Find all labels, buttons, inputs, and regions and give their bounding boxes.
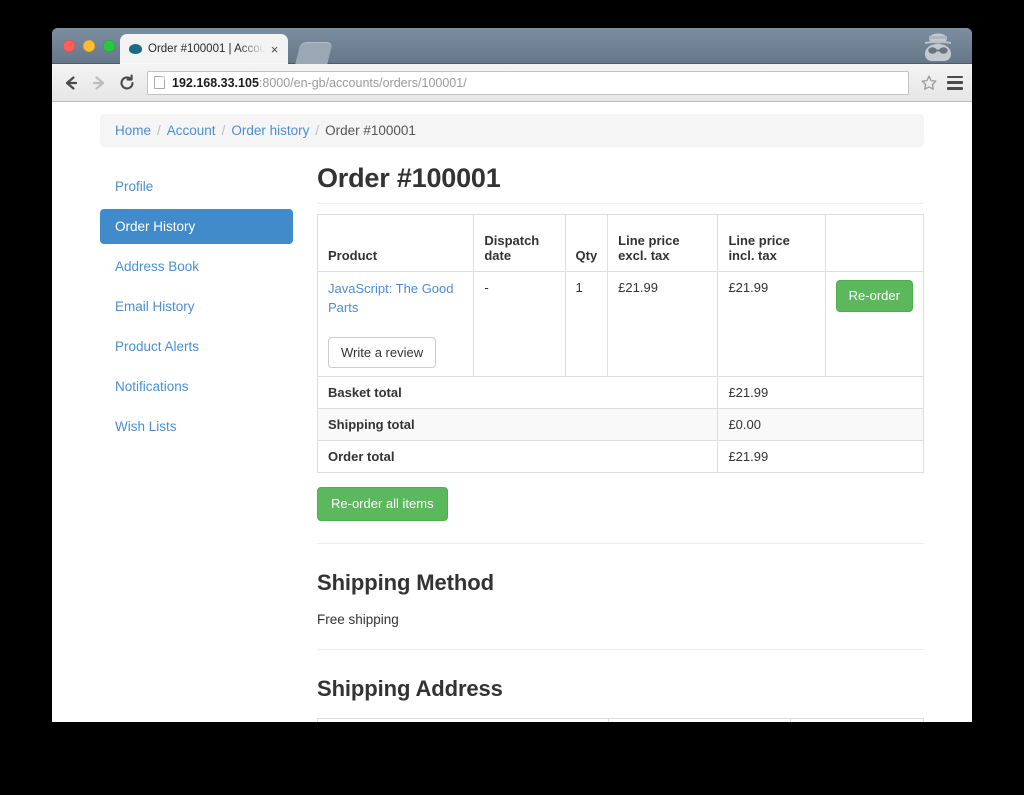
hamburger-menu-icon[interactable] — [947, 75, 963, 90]
close-window-button[interactable] — [63, 40, 75, 52]
new-tab-button[interactable] — [295, 42, 333, 64]
sidebar-item-order-history[interactable]: Order History — [100, 209, 293, 244]
table-row-basket-total: Basket total £21.99 — [316, 376, 924, 410]
breadcrumb: Home / Account / Order history / Order #100001 — [100, 114, 924, 147]
account-sidebar-nav: Profile Order History Address Book Email… — [100, 163, 293, 722]
value-basket-total: £21.99 — [717, 376, 924, 410]
shipping-address-table-head: Address Contact Number Shipping Notes — [317, 717, 925, 722]
breadcrumb-item-order-history[interactable]: Order history — [231, 123, 309, 138]
column-header-contact-number: Contact Number — [607, 717, 791, 722]
reorder-all-items-button[interactable]: Re-order all items — [317, 487, 448, 521]
browser-tab-title: Order #100001 | Account | — [148, 43, 265, 55]
page-title: Order #100001 — [317, 163, 924, 204]
column-header-shipping-notes: Shipping Notes — [789, 717, 925, 722]
cell-product: JavaScript: The Good Parts Write a revie… — [316, 270, 475, 378]
sidebar-item-email-history[interactable]: Email History — [100, 289, 293, 324]
incognito-icon — [918, 30, 958, 62]
breadcrumb-item-home[interactable]: Home — [115, 123, 151, 138]
sidebar-item-product-alerts[interactable]: Product Alerts — [100, 329, 293, 364]
order-lines-table: Product Dispatch date Qty Line price exc… — [316, 214, 925, 474]
section-divider — [317, 542, 924, 544]
page-viewport: Home / Account / Order history / Order #100001… — [52, 102, 972, 722]
label-basket-total: Basket total — [316, 376, 719, 410]
value-order-total: £21.99 — [717, 440, 924, 474]
column-header-line-price-excl-tax: Line price excl. tax — [607, 214, 719, 272]
column-header-address: Address — [317, 717, 609, 722]
cell-line-price-excl-tax: £21.99 — [607, 270, 719, 378]
breadcrumb-item-current: Order #100001 — [325, 123, 416, 138]
address-bar-url: 192.168.33.105:8000/en-gb/accounts/order… — [172, 76, 467, 90]
forward-button[interactable] — [89, 73, 108, 92]
browser-toolbar: 192.168.33.105:8000/en-gb/accounts/order… — [52, 64, 972, 102]
url-path: :8000/en-gb/accounts/orders/100001/ — [258, 75, 467, 90]
order-lines-table-body: JavaScript: The Good Parts Write a revie… — [316, 270, 925, 474]
breadcrumb-separator: / — [221, 123, 226, 138]
window-traffic-lights — [63, 40, 115, 52]
browser-window: Order #100001 | Account | × — [52, 28, 972, 722]
reload-button[interactable] — [117, 73, 136, 92]
shipping-address-table: Address Contact Number Shipping Notes — [317, 717, 925, 722]
page-icon — [154, 76, 165, 89]
close-icon[interactable]: × — [267, 42, 282, 57]
url-host: 192.168.33.105 — [172, 75, 259, 90]
sidebar-item-notifications[interactable]: Notifications — [100, 369, 293, 404]
minimize-window-button[interactable] — [83, 40, 95, 52]
cell-dispatch-date: - — [473, 270, 566, 378]
browser-titlebar: Order #100001 | Account | × — [52, 28, 972, 64]
breadcrumb-item-account[interactable]: Account — [167, 123, 216, 138]
review-button-wrapper: Write a review — [328, 336, 463, 369]
sidebar-item-profile[interactable]: Profile — [100, 169, 293, 204]
browser-tab[interactable]: Order #100001 | Account | × — [120, 34, 288, 64]
label-shipping-total: Shipping total — [316, 408, 719, 442]
address-bar[interactable]: 192.168.33.105:8000/en-gb/accounts/order… — [147, 70, 909, 95]
shipping-address-title: Shipping Address — [317, 675, 503, 701]
column-header-product: Product — [316, 214, 475, 272]
maximize-window-button[interactable] — [103, 40, 115, 52]
back-button[interactable] — [61, 73, 80, 92]
bookmark-star-icon[interactable] — [920, 74, 938, 92]
value-shipping-total: £0.00 — [717, 408, 924, 442]
cell-reorder-action: Re-order — [824, 270, 925, 378]
cell-line-price-incl-tax: £21.99 — [717, 270, 826, 378]
column-header-line-price-incl-tax: Line price incl. tax — [717, 214, 826, 272]
breadcrumb-separator: / — [157, 123, 161, 138]
section-divider — [317, 648, 924, 650]
table-header-row: Address Contact Number Shipping Notes — [317, 717, 925, 722]
shipping-method-title: Shipping Method — [317, 569, 494, 595]
cell-qty: 1 — [564, 270, 609, 378]
table-row-order-total: Order total £21.99 — [316, 440, 924, 474]
reorder-line-button[interactable]: Re-order — [835, 280, 913, 312]
sidebar-item-address-book[interactable]: Address Book — [100, 249, 293, 284]
table-row: JavaScript: The Good Parts Write a revie… — [316, 270, 925, 378]
main-content: Order #100001 Product Dispatch date Qty … — [293, 163, 925, 722]
write-a-review-button[interactable]: Write a review — [328, 336, 437, 369]
column-header-qty: Qty — [564, 214, 609, 272]
product-link[interactable]: JavaScript: The Good Parts — [328, 280, 463, 318]
table-header-row: Product Dispatch date Qty Line price exc… — [316, 214, 925, 272]
label-order-total: Order total — [316, 440, 719, 474]
menu-bar-3 — [947, 87, 963, 90]
shipping-method-value: Free shipping — [317, 611, 399, 627]
breadcrumb-separator: / — [315, 123, 320, 138]
menu-bar-2 — [947, 81, 963, 84]
column-header-dispatch-date: Dispatch date — [473, 214, 566, 272]
globe-favicon — [129, 44, 142, 54]
menu-bar-1 — [947, 75, 963, 78]
column-header-actions — [824, 214, 925, 272]
table-row-shipping-total: Shipping total £0.00 — [316, 408, 924, 442]
order-lines-table-head: Product Dispatch date Qty Line price exc… — [316, 214, 925, 272]
sidebar-item-wish-lists[interactable]: Wish Lists — [100, 409, 293, 444]
